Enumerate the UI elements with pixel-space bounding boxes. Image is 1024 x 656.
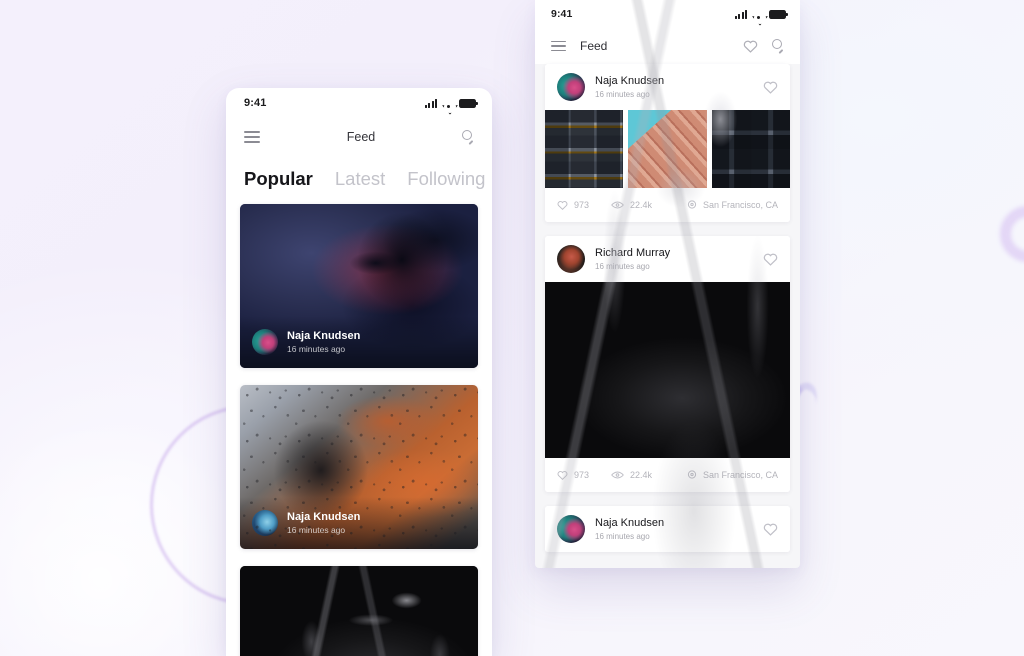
feed-list: Naja Knudsen 16 minutes ago Naja Knudsen… bbox=[226, 200, 492, 656]
cellular-signal-icon bbox=[424, 98, 437, 108]
feed-card[interactable]: Naja Knudsen 16 minutes ago bbox=[240, 385, 478, 549]
tab-latest[interactable]: Latest bbox=[335, 168, 385, 190]
app-bar: Feed bbox=[226, 118, 492, 156]
feed-card[interactable] bbox=[240, 566, 478, 656]
card-photo-bicycle bbox=[240, 566, 478, 656]
avatar[interactable] bbox=[252, 329, 278, 355]
page-title: Feed bbox=[346, 130, 376, 144]
author-timestamp: 16 minutes ago bbox=[287, 524, 346, 535]
author-timestamp: 16 minutes ago bbox=[287, 343, 346, 354]
screenshot-canvas: 9:41 Feed Popular Latest Following Naja … bbox=[0, 0, 1024, 656]
tab-popular[interactable]: Popular bbox=[244, 168, 313, 190]
card-author-overlay: Naja Knudsen 16 minutes ago bbox=[240, 316, 478, 368]
status-time: 9:41 bbox=[244, 97, 267, 109]
decorative-circle-right bbox=[1000, 206, 1024, 262]
phone-mockup-left: 9:41 Feed Popular Latest Following Naja … bbox=[226, 88, 492, 656]
phone-mockup-right: 9:41 Feed Naja Knu bbox=[535, 0, 800, 568]
hamburger-menu-icon[interactable] bbox=[244, 131, 260, 143]
heart-outline-icon[interactable] bbox=[763, 522, 778, 536]
avatar[interactable] bbox=[252, 510, 278, 536]
search-icon[interactable] bbox=[462, 130, 476, 145]
wifi-icon bbox=[442, 99, 454, 108]
status-bar: 9:41 bbox=[226, 88, 492, 118]
card-photo-car: Naja Knudsen 16 minutes ago bbox=[240, 385, 478, 549]
feed-card[interactable]: Naja Knudsen 16 minutes ago bbox=[240, 204, 478, 368]
feed-post: Richard Murray 16 minutes ago bbox=[545, 236, 790, 492]
card-photo-portrait: Naja Knudsen 16 minutes ago bbox=[240, 204, 478, 368]
author-name: Naja Knudsen bbox=[287, 329, 361, 342]
card-author-overlay: Naja Knudsen 16 minutes ago bbox=[240, 497, 478, 549]
battery-icon bbox=[459, 98, 478, 108]
status-icon-group bbox=[424, 98, 478, 108]
tab-following[interactable]: Following bbox=[407, 168, 485, 190]
post-hero-image-bicycle[interactable] bbox=[545, 282, 790, 458]
tab-bar: Popular Latest Following bbox=[226, 156, 492, 200]
author-name: Naja Knudsen bbox=[287, 510, 361, 523]
